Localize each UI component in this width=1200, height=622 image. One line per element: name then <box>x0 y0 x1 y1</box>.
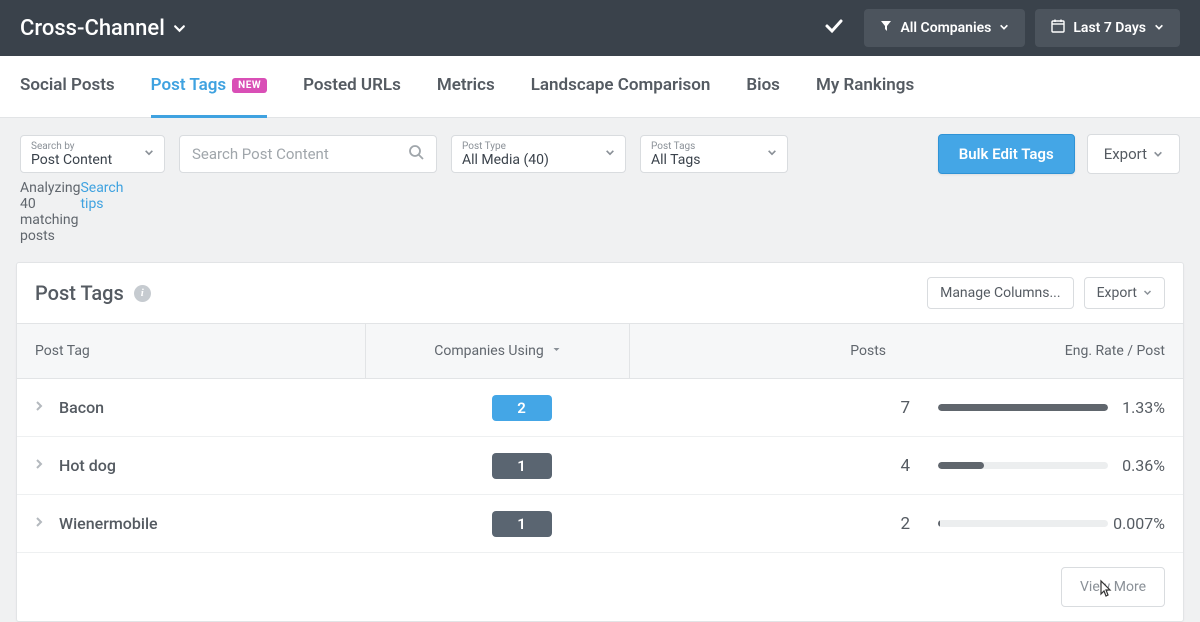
companies-pill: 1 <box>492 453 552 479</box>
table-row[interactable]: Bacon 2 7 1.33% <box>17 379 1183 437</box>
analyzing-text: Analyzing 40 matching posts <box>20 180 80 244</box>
panel-title: Post Tags i <box>35 281 151 305</box>
col-post-tag[interactable]: Post Tag <box>35 343 365 359</box>
chevron-down-icon <box>1153 145 1163 163</box>
search-by-label: Search by <box>31 141 75 152</box>
tag-name: Hot dog <box>59 456 116 475</box>
companies-filter-button[interactable]: All Companies <box>864 9 1025 47</box>
panel-export-button[interactable]: Export <box>1084 277 1165 309</box>
expand-icon[interactable] <box>35 400 59 416</box>
chevron-down-icon <box>1143 285 1152 301</box>
calendar-icon <box>1051 19 1065 37</box>
expand-icon[interactable] <box>35 516 59 532</box>
eng-bar <box>938 520 1108 527</box>
chevron-down-icon <box>605 148 615 161</box>
tab-posted-urls[interactable]: Posted URLs <box>303 56 401 118</box>
posts-count: 2 <box>654 514 924 534</box>
export-button[interactable]: Export <box>1087 134 1180 174</box>
search-input[interactable] <box>192 145 409 163</box>
post-type-select[interactable]: Post Type All Media (40) <box>451 135 626 173</box>
bulk-edit-tags-button[interactable]: Bulk Edit Tags <box>938 134 1075 174</box>
expand-icon[interactable] <box>35 458 59 474</box>
eng-bar <box>938 462 1108 469</box>
daterange-label: Last 7 Days <box>1073 20 1146 36</box>
chevron-down-icon <box>999 20 1009 36</box>
post-tags-value: All Tags <box>651 152 700 168</box>
search-icon[interactable] <box>409 145 424 164</box>
tag-name: Bacon <box>59 398 104 417</box>
posts-count: 7 <box>654 398 924 418</box>
col-companies-using[interactable]: Companies Using <box>365 323 630 379</box>
chevron-down-icon <box>144 148 154 161</box>
post-tags-label: Post Tags <box>651 141 695 152</box>
companies-pill: 2 <box>492 395 552 421</box>
subline: Analyzing 40 matching posts Search tips <box>0 178 1200 244</box>
chevron-down-icon <box>173 16 186 41</box>
search-by-value: Post Content <box>31 152 112 168</box>
table-row[interactable]: Wienermobile 1 2 0.007% <box>17 495 1183 553</box>
companies-pill: 1 <box>492 511 552 537</box>
manage-columns-button[interactable]: Manage Columns... <box>927 277 1073 309</box>
search-by-select[interactable]: Search by Post Content <box>20 135 165 173</box>
app-title-dropdown[interactable]: Cross-Channel <box>20 16 186 41</box>
tab-post-tags[interactable]: Post Tags NEW <box>151 56 267 118</box>
top-bar: Cross-Channel All Companies Last 7 Days <box>0 0 1200 56</box>
filter-icon <box>880 20 892 36</box>
companies-filter-label: All Companies <box>900 20 991 36</box>
tag-name: Wienermobile <box>59 514 158 533</box>
table-row[interactable]: Hot dog 1 4 0.36% <box>17 437 1183 495</box>
eng-bar <box>938 404 1108 411</box>
chevron-down-icon <box>1154 20 1164 36</box>
tab-metrics[interactable]: Metrics <box>437 56 495 118</box>
tab-my-rankings[interactable]: My Rankings <box>816 56 914 118</box>
post-type-value: All Media (40) <box>462 152 549 168</box>
col-eng-rate[interactable]: Eng. Rate / Post <box>900 343 1165 359</box>
table-header: Post Tag Companies Using Posts Eng. Rate… <box>17 323 1183 379</box>
posts-count: 4 <box>654 456 924 476</box>
eng-rate-value: 0.007% <box>1108 514 1165 533</box>
tab-bios[interactable]: Bios <box>746 56 780 118</box>
tab-social-posts[interactable]: Social Posts <box>20 56 115 118</box>
daterange-button[interactable]: Last 7 Days <box>1035 9 1180 47</box>
post-tags-select[interactable]: Post Tags All Tags <box>640 135 788 173</box>
eng-rate-value: 0.36% <box>1108 456 1165 475</box>
col-posts[interactable]: Posts <box>630 343 900 359</box>
view-more-button[interactable]: View More <box>1061 567 1165 607</box>
filters-row: Search by Post Content Post Type All Med… <box>0 118 1200 178</box>
search-tips-link[interactable]: Search tips <box>80 180 123 244</box>
chevron-down-icon <box>767 148 777 161</box>
eng-rate-value: 1.33% <box>1108 398 1165 417</box>
tab-landscape-comparison[interactable]: Landscape Comparison <box>531 56 711 118</box>
check-icon[interactable] <box>824 16 844 41</box>
post-tags-panel: Post Tags i Manage Columns... Export Pos… <box>16 262 1184 622</box>
sort-desc-icon <box>552 345 561 357</box>
info-icon[interactable]: i <box>134 285 151 302</box>
tab-bar: Social Posts Post Tags NEW Posted URLs M… <box>0 56 1200 118</box>
post-type-label: Post Type <box>462 141 506 152</box>
new-badge: NEW <box>232 78 267 93</box>
search-input-wrapper <box>179 135 437 173</box>
app-title-text: Cross-Channel <box>20 16 165 41</box>
